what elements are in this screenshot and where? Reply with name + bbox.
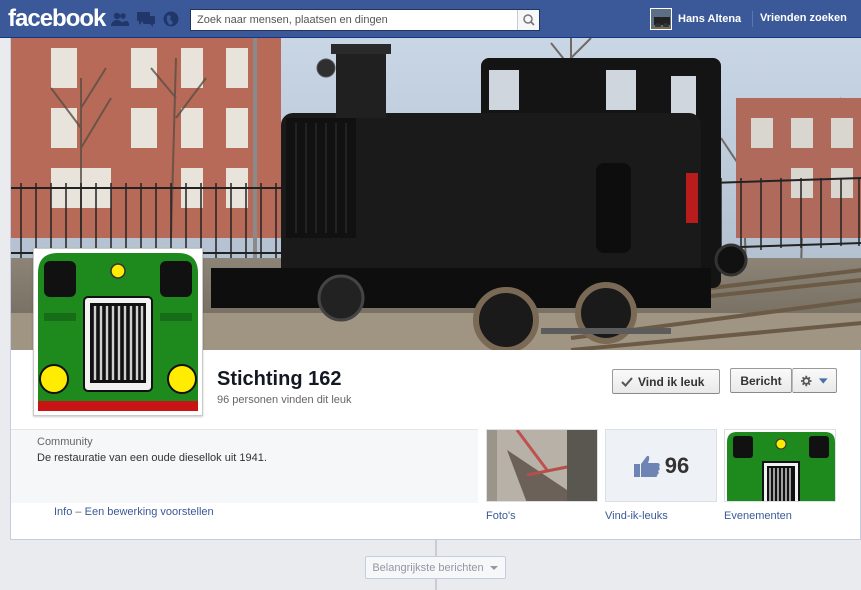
likes-app-tile[interactable]: 96 — [605, 429, 717, 502]
page-like-count[interactable]: 96 personen vinden dit leuk — [217, 394, 352, 406]
top-navigation-bar: facebook Hans Altena Vrienden zoeken — [0, 0, 861, 38]
like-page-label: Vind ik leuk — [638, 374, 705, 389]
page-options-button[interactable] — [792, 368, 837, 393]
likes-app-label[interactable]: Vind-ik-leuks — [605, 510, 668, 522]
search-button[interactable] — [517, 10, 539, 30]
photo-thumbnail — [487, 430, 597, 501]
search-bar — [190, 9, 540, 31]
message-button[interactable]: Bericht — [730, 368, 792, 393]
notifications-globe-icon[interactable] — [162, 11, 180, 27]
separator-dash: – — [75, 506, 82, 518]
info-link[interactable]: Info — [54, 506, 72, 518]
profile-picture[interactable] — [33, 248, 203, 416]
user-avatar — [650, 8, 672, 30]
checkmark-icon — [621, 376, 633, 387]
user-name: Hans Altena — [678, 13, 742, 25]
facebook-logo[interactable]: facebook — [8, 5, 106, 33]
like-page-button[interactable]: Vind ik leuk — [612, 369, 720, 394]
chevron-down-icon — [818, 377, 828, 384]
photos-app-label[interactable]: Foto's — [486, 510, 516, 522]
chevron-down-icon — [489, 565, 498, 570]
user-profile-link[interactable]: Hans Altena — [650, 8, 741, 30]
events-app-label[interactable]: Evenementen — [724, 510, 792, 522]
events-thumbnail — [725, 430, 835, 501]
about-section: Community De restauratie van een oude di… — [11, 429, 478, 503]
page-category[interactable]: Community — [37, 436, 93, 448]
page-description: De restauratie van een oude diesellok ui… — [37, 452, 267, 464]
suggest-edit-link[interactable]: Een bewerking voorstellen — [85, 506, 214, 518]
search-input[interactable] — [191, 10, 509, 30]
about-links: Info – Een bewerking voorstellen — [54, 506, 214, 518]
timeline-filter-dropdown[interactable]: Belangrijkste berichten — [365, 556, 506, 579]
events-app-tile[interactable] — [724, 429, 836, 502]
friend-requests-icon[interactable] — [111, 11, 129, 27]
page-header-card: Stichting 162 96 personen vinden dit leu… — [10, 38, 861, 540]
search-icon — [523, 14, 535, 26]
divider — [752, 11, 753, 27]
thumbs-up-icon — [633, 455, 660, 477]
gear-icon — [801, 375, 812, 386]
likes-count: 96 — [664, 452, 690, 478]
timeline-filter-label: Belangrijkste berichten — [372, 561, 484, 574]
find-friends-link[interactable]: Vrienden zoeken — [760, 12, 847, 24]
page-title[interactable]: Stichting 162 — [217, 368, 341, 391]
photos-app-tile[interactable] — [486, 429, 598, 502]
messages-icon[interactable] — [137, 11, 155, 27]
message-button-label: Bericht — [740, 373, 782, 388]
